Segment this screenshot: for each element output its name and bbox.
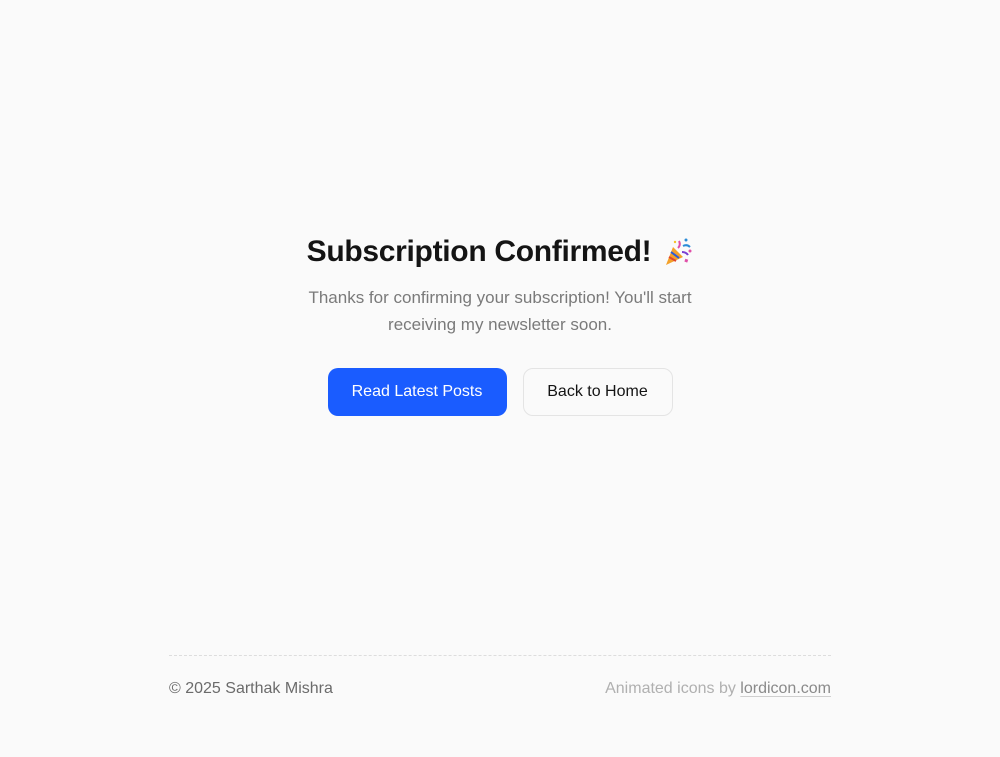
back-to-home-button[interactable]: Back to Home	[522, 368, 673, 416]
confirmation-message: Thanks for confirming your subscription!…	[308, 288, 692, 334]
credit-prefix: Animated icons by	[605, 680, 741, 697]
lordicon-link[interactable]: lordicon.com	[740, 680, 831, 697]
subscription-confirmed-page: Subscription Confirmed! Thanks for confi…	[0, 0, 1000, 757]
copyright-text: © 2025 Sarthak Mishra	[169, 680, 333, 697]
icon-credit: Animated icons by lordicon.com	[605, 680, 831, 698]
footer-row: © 2025 Sarthak Mishra Animated icons by …	[169, 680, 831, 698]
party-popper-icon	[663, 237, 693, 267]
footer: © 2025 Sarthak Mishra Animated icons by …	[169, 655, 831, 698]
page-title: Subscription Confirmed!	[306, 235, 652, 268]
read-latest-posts-button[interactable]: Read Latest Posts	[327, 368, 507, 416]
action-buttons: Read Latest Posts Back to Home	[0, 368, 1000, 416]
title-row: Subscription Confirmed!	[0, 232, 1000, 272]
hero-section: Subscription Confirmed! Thanks for confi…	[0, 232, 1000, 416]
